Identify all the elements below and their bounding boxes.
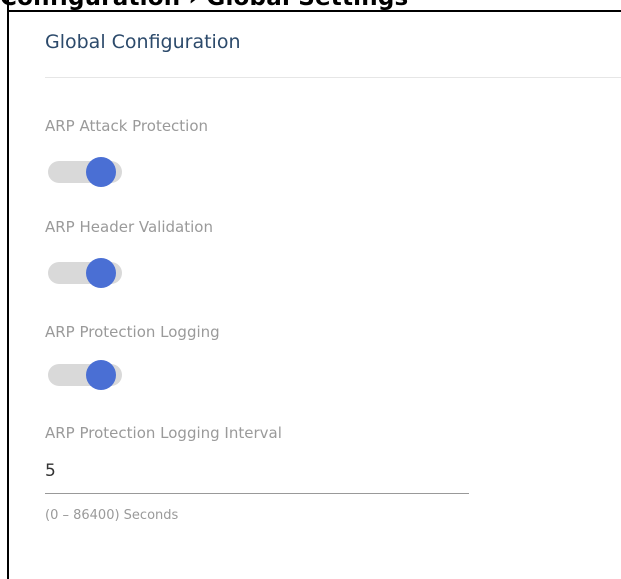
toggle-knob <box>86 258 116 288</box>
arp-protection-logging-label: ARP Protection Logging <box>45 323 220 341</box>
logging-interval-label: ARP Protection Logging Interval <box>45 424 282 442</box>
panel-border-top <box>7 10 621 12</box>
panel-border-left <box>7 0 9 579</box>
toggle-knob <box>86 360 116 390</box>
logging-interval-input[interactable] <box>45 455 465 487</box>
toggle-knob <box>86 157 116 187</box>
interval-range-hint: (0 – 86400) Seconds <box>45 508 179 523</box>
title-divider <box>45 77 621 78</box>
input-underline <box>45 493 469 494</box>
arp-attack-protection-label: ARP Attack Protection <box>45 117 209 135</box>
section-title: Global Configuration <box>45 31 241 53</box>
arp-header-validation-label: ARP Header Validation <box>45 218 213 236</box>
arp-protection-logging-toggle[interactable] <box>48 360 123 390</box>
arp-attack-protection-toggle[interactable] <box>48 157 123 187</box>
arp-header-validation-toggle[interactable] <box>48 258 123 288</box>
